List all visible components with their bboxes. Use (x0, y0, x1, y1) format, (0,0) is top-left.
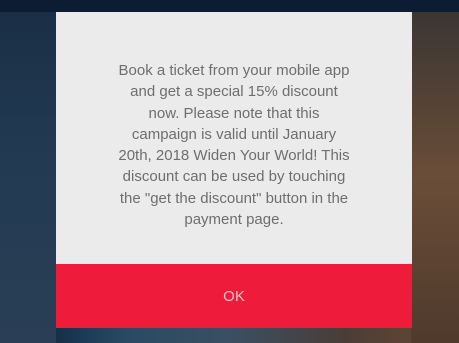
dialog-message: Book a ticket from your mobile app and g… (118, 62, 350, 229)
background-right (411, 12, 459, 343)
dialog-body: Book a ticket from your mobile app and g… (56, 12, 412, 264)
discount-dialog: Book a ticket from your mobile app and g… (56, 12, 412, 328)
ok-button[interactable]: OK (56, 264, 412, 328)
background-left (0, 12, 56, 343)
top-bar (0, 0, 459, 12)
